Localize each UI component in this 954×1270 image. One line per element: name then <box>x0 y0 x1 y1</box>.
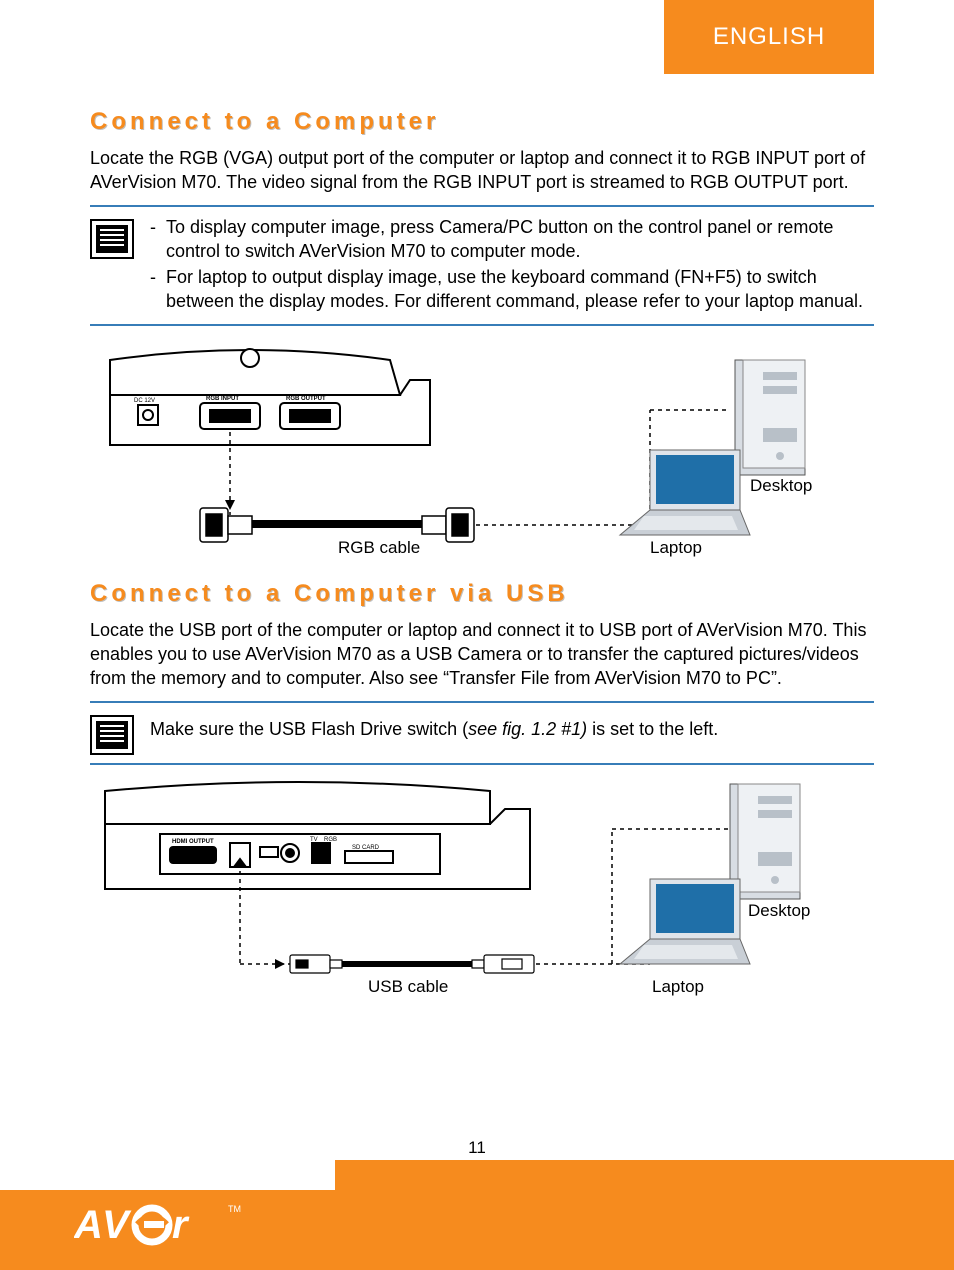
note-item: To display computer image, press Camera/… <box>150 215 874 264</box>
note-icon <box>90 715 134 755</box>
section1-paragraph: Locate the RGB (VGA) output port of the … <box>90 146 874 195</box>
brand-logo: A V r TM <box>74 1200 241 1250</box>
svg-text:A: A <box>74 1203 103 1247</box>
tv-label: TV <box>310 837 318 843</box>
section1-note-box: To display computer image, press Camera/… <box>90 205 874 326</box>
svg-text:V: V <box>102 1203 132 1247</box>
page-number: 11 <box>0 1138 954 1158</box>
note-em: see fig. 1.2 #1) <box>468 719 587 739</box>
rgb-input-label: RGB INPUT <box>206 396 239 402</box>
rgb-cable-label: RGB cable <box>338 538 420 558</box>
laptop-label: Laptop <box>650 538 702 558</box>
trademark: TM <box>228 1204 241 1214</box>
rgb-label: RGB <box>324 837 337 843</box>
desktop-label: Desktop <box>748 901 810 921</box>
page-content: Connect to a Computer Locate the RGB (VG… <box>90 108 874 1029</box>
note-icon <box>90 219 134 259</box>
svg-text:r: r <box>172 1203 190 1247</box>
dc-label: DC 12V <box>134 398 155 404</box>
section1-notes: To display computer image, press Camera/… <box>150 215 874 316</box>
note-prefix: Make sure the USB Flash Drive switch ( <box>150 719 468 739</box>
sd-label: SD CARD <box>352 845 380 851</box>
section2-note-box: Make sure the USB Flash Drive switch (se… <box>90 701 874 765</box>
diagram-usb-connection: HDMI OUTPUT TV RGB SD CARD <box>90 779 874 1009</box>
section2-paragraph: Locate the USB port of the computer or l… <box>90 618 874 691</box>
note-item: For laptop to output display image, use … <box>150 265 874 314</box>
section1-heading: Connect to a Computer <box>90 108 874 136</box>
section2-heading: Connect to a Computer via USB <box>90 580 874 608</box>
section2-note: Make sure the USB Flash Drive switch (se… <box>150 711 718 747</box>
usb-cable-label: USB cable <box>368 977 448 997</box>
laptop-label: Laptop <box>652 977 704 997</box>
hdmi-label: HDMI OUTPUT <box>172 839 214 845</box>
note-suffix: is set to the left. <box>587 719 718 739</box>
footer: 11 A V r TM <box>0 1160 954 1270</box>
rgb-output-label: RGB OUTPUT <box>286 396 326 402</box>
language-tab: ENGLISH <box>664 0 874 74</box>
desktop-label: Desktop <box>750 476 812 496</box>
diagram-rgb-connection: DC 12V RGB INPUT RGB OUTPUT <box>90 340 874 560</box>
